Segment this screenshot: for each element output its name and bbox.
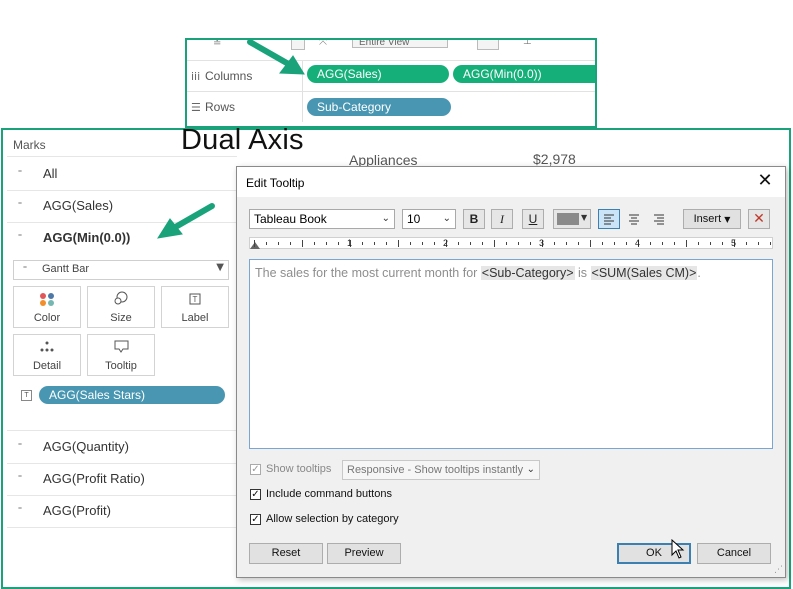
- arrow-to-marks-card: [169, 203, 215, 232]
- ruler-tick: [458, 242, 459, 245]
- ruler-tick: [686, 240, 687, 247]
- caret-down-icon: ▼: [724, 215, 731, 224]
- ruler-tick: [482, 242, 483, 245]
- ruler-tick: [722, 242, 723, 245]
- ruler-tick: [326, 242, 327, 245]
- font-family-select[interactable]: Tableau Book ⌄: [249, 209, 395, 229]
- field-token-subcategory[interactable]: <Sub-Category>: [480, 266, 575, 280]
- ruler-tick: [494, 240, 495, 247]
- ruler-tick: [626, 242, 627, 245]
- ruler-number: 4: [635, 238, 641, 248]
- ruler-number: 1: [347, 238, 353, 248]
- font-size-select[interactable]: 10 ⌄: [402, 209, 456, 229]
- underline-button[interactable]: U: [522, 209, 544, 229]
- include-command-buttons-label: Include command buttons: [266, 488, 392, 500]
- allow-selection-checkbox[interactable]: ✓: [250, 514, 261, 525]
- align-left-button[interactable]: [598, 209, 620, 229]
- include-command-buttons-checkbox[interactable]: ✓: [250, 489, 261, 500]
- ruler-tick: [530, 242, 531, 245]
- tooltip-text: The sales for the most current month for…: [255, 266, 701, 280]
- clear-icon[interactable]: ✕: [748, 209, 770, 229]
- align-right-icon: [654, 214, 664, 225]
- ruler-tick: [338, 242, 339, 245]
- ruler-tick: [434, 242, 435, 245]
- tooltip-editor[interactable]: The sales for the most current month for…: [249, 259, 773, 449]
- ruler-tick: [614, 242, 615, 245]
- chevron-down-icon: ⌄: [442, 213, 451, 224]
- chevron-down-icon: ⌄: [381, 213, 390, 224]
- text-prefix: The sales for the most current month for: [255, 266, 481, 280]
- ruler-tick: [290, 242, 291, 245]
- ruler-tick: [746, 242, 747, 245]
- ruler-tick: [422, 242, 423, 245]
- ruler-tick: [554, 242, 555, 245]
- ruler-tick: [362, 242, 363, 245]
- insert-label: Insert: [693, 213, 722, 225]
- ruler-tick: [758, 242, 759, 245]
- align-left-icon: [604, 214, 614, 225]
- font-size-value: 10: [407, 212, 421, 226]
- arrow-to-columns: [247, 39, 295, 69]
- align-right-button[interactable]: [648, 209, 670, 229]
- edit-tooltip-dialog: Edit Tooltip ✕ Tableau Book ⌄ 10 ⌄ B I U…: [236, 166, 786, 578]
- ruler-tick: [470, 242, 471, 245]
- indent-marker[interactable]: [250, 242, 260, 249]
- font-family-value: Tableau Book: [254, 212, 327, 226]
- ruler-tick: [410, 242, 411, 245]
- ruler-tick: [698, 242, 699, 245]
- mouse-cursor-icon: [671, 539, 685, 559]
- show-tooltips-label: Show tooltips: [266, 463, 332, 475]
- ruler-tick: [314, 242, 315, 245]
- resize-grip-icon[interactable]: ⋰: [774, 565, 783, 575]
- text-suffix: .: [697, 266, 701, 280]
- ruler-tick: [518, 242, 519, 245]
- caret-down-icon: ▼: [581, 213, 588, 222]
- ruler-tick: [566, 242, 567, 245]
- preview-button[interactable]: Preview: [327, 543, 401, 564]
- dialog-titlebar: Edit Tooltip ✕: [237, 167, 785, 197]
- ruler-tick: [602, 242, 603, 245]
- bold-button[interactable]: B: [463, 209, 485, 229]
- allow-selection-label: Allow selection by category: [266, 513, 399, 525]
- align-center-icon: [629, 214, 639, 225]
- ruler-tick: [302, 240, 303, 247]
- tooltip-mode-select[interactable]: Responsive - Show tooltips instantly ⌄: [342, 460, 540, 480]
- ruler-tick: [770, 242, 771, 245]
- chevron-down-icon: ⌄: [526, 464, 535, 475]
- reset-button[interactable]: Reset: [249, 543, 323, 564]
- ruler-tick: [374, 242, 375, 245]
- ruler-tick: [710, 242, 711, 245]
- cancel-button[interactable]: Cancel: [697, 543, 771, 564]
- ruler-tick: [506, 242, 507, 245]
- insert-button[interactable]: Insert ▼: [683, 209, 741, 229]
- ruler-tick: [254, 240, 255, 247]
- ruler-tick: [590, 240, 591, 247]
- ruler-number: 5: [731, 238, 737, 248]
- tooltip-mode-value: Responsive - Show tooltips instantly: [347, 464, 524, 476]
- font-color-button[interactable]: ▼: [553, 209, 591, 229]
- ruler-tick: [674, 242, 675, 245]
- ruler-tick: [386, 242, 387, 245]
- show-tooltips-checkbox[interactable]: ✓: [250, 464, 261, 475]
- dialog-title: Edit Tooltip: [246, 176, 305, 190]
- color-swatch: [557, 213, 579, 225]
- ruler-tick: [650, 242, 651, 245]
- ruler-number: 3: [539, 238, 545, 248]
- ruler[interactable]: 1 2 3 4 5: [249, 237, 773, 249]
- ruler-tick: [578, 242, 579, 245]
- ruler-tick: [278, 242, 279, 245]
- field-token-sales-cm[interactable]: <SUM(Sales CM)>: [590, 266, 698, 280]
- ruler-tick: [662, 242, 663, 245]
- ruler-tick: [398, 240, 399, 247]
- align-center-button[interactable]: [623, 209, 645, 229]
- ruler-tick: [266, 242, 267, 245]
- close-icon[interactable]: ✕: [751, 169, 779, 193]
- italic-button[interactable]: I: [491, 209, 513, 229]
- text-mid: is: [574, 266, 591, 280]
- ruler-number: 2: [443, 238, 449, 248]
